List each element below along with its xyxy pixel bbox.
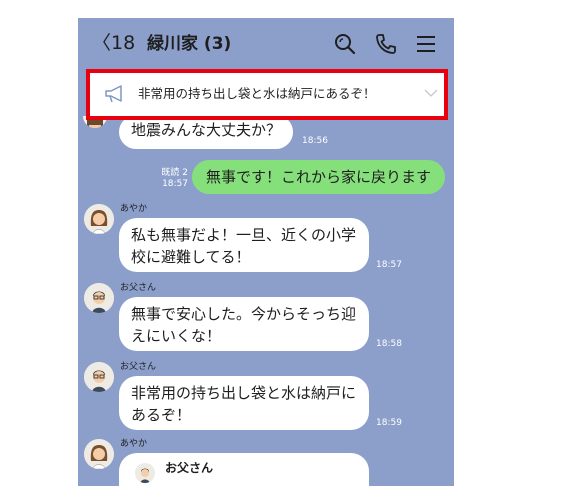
message-bubble-mine[interactable]: 無事です！これから家に戻ります: [192, 160, 446, 194]
message-text-line: えにいくな！: [131, 327, 222, 345]
back-button[interactable]: 〈18: [92, 32, 135, 54]
chat-header: 〈18 緑川家 (3): [78, 18, 454, 68]
message-time: 18:59: [376, 418, 402, 428]
reply-sender-name: お父さん: [165, 461, 214, 475]
announcement-text: 非常用の持ち出し袋と水は納戸にあるぞ！: [138, 86, 376, 101]
message-text: 無事です！これから家に戻ります: [206, 168, 432, 186]
message-time: 18:57: [376, 260, 402, 270]
message-text-line: あるぞ！: [131, 406, 192, 424]
message-text: 地震みんな大丈夫か？: [131, 121, 282, 139]
chat-screen: 〈18 緑川家 (3) 地震みんな大丈夫か？ 18:56 既読 2 18:57 …: [78, 18, 454, 486]
sender-name: あやか: [120, 204, 148, 214]
avatar-ayaka[interactable]: [84, 204, 114, 234]
search-icon[interactable]: [333, 32, 357, 56]
message-bubble[interactable]: 非常用の持ち出し袋と水は納戸に あるぞ！: [119, 376, 369, 430]
message-text-line: 無事で安心した。今からそっち迎: [131, 305, 357, 323]
reply-avatar: [135, 463, 155, 483]
message-text-line: 非常用の持ち出し袋と水は納戸に: [131, 384, 357, 402]
sender-name: お父さん: [120, 283, 157, 293]
chat-title: 緑川家 (3): [147, 34, 232, 54]
message-time: 18:57: [162, 179, 188, 189]
message-text-line: 私も無事だよ！一旦、近くの小学: [131, 226, 357, 244]
phone-icon[interactable]: [374, 32, 398, 56]
avatar-father[interactable]: [84, 362, 114, 392]
message-text-line: 校に避難してる！: [131, 248, 251, 266]
read-receipt: 既読 2: [161, 168, 188, 178]
message-bubble[interactable]: 私も無事だよ！一旦、近くの小学 校に避難してる！: [119, 218, 369, 272]
sender-name: あやか: [120, 439, 148, 449]
message-bubble[interactable]: 地震みんな大丈夫か？: [119, 115, 294, 149]
pinned-announcement[interactable]: 非常用の持ち出し袋と水は納戸にあるぞ！: [86, 69, 448, 120]
avatar-ayaka[interactable]: [84, 439, 114, 469]
megaphone-icon: [105, 85, 122, 103]
message-time: 18:56: [302, 136, 328, 146]
reply-message-bubble[interactable]: お父さん: [119, 453, 369, 486]
message-bubble[interactable]: 無事で安心した。今からそっち迎 えにいくな！: [119, 297, 369, 351]
sender-name: お父さん: [120, 362, 157, 372]
message-time: 18:58: [376, 339, 402, 349]
chevron-down-icon[interactable]: [424, 88, 438, 98]
menu-icon[interactable]: [414, 32, 438, 56]
avatar-father[interactable]: [84, 283, 114, 313]
